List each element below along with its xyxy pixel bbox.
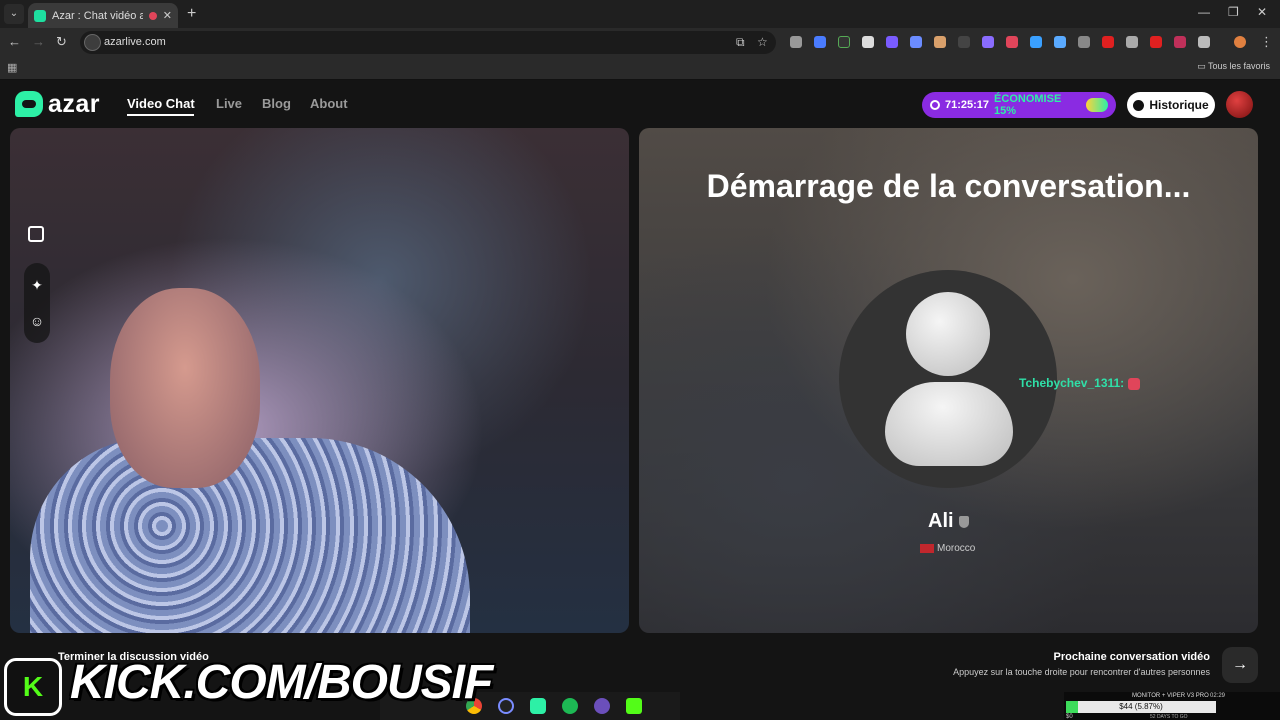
peer-country: Morocco [937, 543, 976, 554]
donation-goal-widget: MONITOR + VIPER V3 PRO 02:29 $44 (5.87%)… [1064, 692, 1280, 720]
bookmark-star-icon[interactable]: ☆ [757, 35, 768, 49]
remote-video-panel: Démarrage de la conversation... Tchebych… [639, 128, 1258, 633]
azar-favicon-icon [34, 9, 46, 22]
nav-live[interactable]: Live [216, 96, 242, 111]
tab-title: Azar : Chat vidéo avec de nouvelles pers… [52, 9, 143, 22]
expand-video-icon[interactable] [28, 226, 44, 242]
face-filter-icon[interactable]: ☺ [24, 313, 50, 329]
site-info-icon[interactable] [84, 34, 101, 51]
user-avatar[interactable] [1226, 91, 1253, 118]
clock-icon [930, 100, 940, 110]
extension-icon[interactable] [814, 36, 826, 48]
gem-coins-icon [1086, 98, 1108, 112]
history-label: Historique [1149, 98, 1209, 112]
local-video-panel [10, 128, 629, 633]
extension-shield-icon[interactable] [790, 36, 802, 48]
peer-name: Ali [928, 510, 954, 532]
reload-icon[interactable]: ↻ [56, 34, 67, 50]
close-window-icon[interactable]: ✕ [1257, 5, 1267, 19]
recording-icon [148, 11, 157, 20]
nav-active-underline [127, 114, 194, 116]
history-clock-icon [1133, 99, 1145, 111]
extension-icon[interactable] [886, 36, 898, 48]
extension-icon[interactable] [1006, 36, 1018, 48]
promo-discount: ÉCONOMISE 15% [994, 93, 1062, 117]
extension-icon[interactable] [934, 36, 946, 48]
azar-logo-text[interactable]: azar [48, 90, 100, 119]
extension-icon[interactable] [982, 36, 994, 48]
kick-logo: K [4, 658, 62, 716]
verified-shield-icon [959, 516, 969, 528]
apps-grid-icon[interactable]: ▦ [7, 61, 17, 74]
connecting-title: Démarrage de la conversation... [706, 168, 1191, 204]
extension-icon[interactable] [1078, 36, 1090, 48]
browser-tabbar: ⌄ Azar : Chat vidéo avec de nouvelles pe… [0, 0, 1280, 28]
nav-about[interactable]: About [310, 96, 348, 111]
kick-channel-url: KICK.COM/BOUSIF [70, 656, 493, 709]
goal-days-left: 52 DAYS TO GO [1150, 714, 1188, 720]
extension-icon[interactable] [838, 36, 850, 48]
promo-badge[interactable]: 71:25:17 ÉCONOMISE 15% [922, 92, 1116, 118]
minimize-icon[interactable]: — [1198, 5, 1210, 19]
default-avatar-body [885, 382, 1013, 466]
menu-kebab-icon[interactable]: ⋮ [1260, 34, 1273, 50]
address-bar[interactable]: azarlive.com ⧉ ☆ [80, 31, 776, 54]
next-conversation-title: Prochaine conversation vidéo [1053, 651, 1211, 663]
extension-icon[interactable] [1174, 36, 1186, 48]
nav-blog[interactable]: Blog [262, 96, 291, 111]
tab-list-chevron-icon[interactable]: ⌄ [4, 4, 24, 24]
install-app-icon[interactable]: ⧉ [736, 35, 745, 50]
url-text: azarlive.com [104, 36, 166, 48]
extensions-puzzle-icon[interactable] [1198, 36, 1210, 48]
browser-tab-azar[interactable]: Azar : Chat vidéo avec de nouvelles pers… [28, 3, 178, 28]
azar-logo-icon[interactable] [15, 91, 43, 117]
goal-value: $44 (5.87%) [1119, 702, 1163, 711]
extension-icon[interactable] [1150, 36, 1162, 48]
goal-progress-bar: $44 (5.87%) [1066, 701, 1216, 713]
stream-chat-message: Tchebychev_1311: [1019, 376, 1141, 390]
app-taskbar-icon[interactable] [498, 698, 514, 714]
promo-timer: 71:25:17 [945, 99, 990, 111]
all-bookmarks-label: Tous les favoris [1207, 61, 1270, 71]
extension-icon[interactable] [1126, 36, 1138, 48]
chat-emote-icon [1128, 377, 1141, 390]
next-conversation-hint: Appuyez sur la touche droite pour rencon… [953, 667, 1210, 677]
nav-video-chat[interactable]: Video Chat [127, 96, 195, 111]
goal-clock: 02:29 [1210, 693, 1226, 699]
next-conversation-button[interactable]: → [1222, 647, 1258, 683]
all-bookmarks-folder[interactable]: ▭ Tous les favoris [1197, 61, 1270, 72]
back-arrow-icon[interactable]: ← [8, 34, 21, 49]
kick-taskbar-icon[interactable] [626, 698, 642, 714]
chat-username: Tchebychev_1311: [1019, 376, 1125, 390]
extension-icon[interactable] [1054, 36, 1066, 48]
azar-page: azar Video Chat Live Blog About 71:25:17… [0, 80, 1280, 720]
extension-icon[interactable] [958, 36, 970, 48]
profile-icon[interactable] [1234, 36, 1246, 48]
new-tab-plus-icon[interactable]: + [187, 5, 196, 23]
local-camera-feed [30, 288, 470, 633]
person-body [30, 438, 470, 633]
morocco-flag-icon [920, 544, 934, 553]
close-tab-icon[interactable]: ✕ [163, 9, 172, 22]
extension-icon[interactable] [1102, 36, 1114, 48]
spotify-taskbar-icon[interactable] [562, 698, 578, 714]
bookmarks-bar: ▦ ▭ Tous les favoris [0, 56, 1280, 80]
forward-arrow-icon[interactable]: → [32, 34, 45, 49]
browser-toolbar: ← → ↻ azarlive.com ⧉ ☆ ⋮ [0, 28, 1280, 56]
goal-title: MONITOR + VIPER V3 PRO [1132, 693, 1209, 699]
app-taskbar-icon[interactable] [594, 698, 610, 714]
default-avatar-head [906, 292, 990, 376]
azar-taskbar-icon[interactable] [530, 698, 546, 714]
extension-icon[interactable] [910, 36, 922, 48]
extension-icon[interactable] [1030, 36, 1042, 48]
effects-sparkle-icon[interactable]: ✦ [24, 277, 50, 294]
restore-icon[interactable]: ❐ [1228, 5, 1239, 19]
goal-min: $0 [1066, 714, 1073, 720]
video-tools-bar: ✦ ☺ [24, 263, 50, 343]
person-head [110, 288, 260, 488]
extension-icon[interactable] [862, 36, 874, 48]
kick-letter: K [22, 671, 44, 702]
history-button[interactable]: Historique [1127, 92, 1215, 118]
